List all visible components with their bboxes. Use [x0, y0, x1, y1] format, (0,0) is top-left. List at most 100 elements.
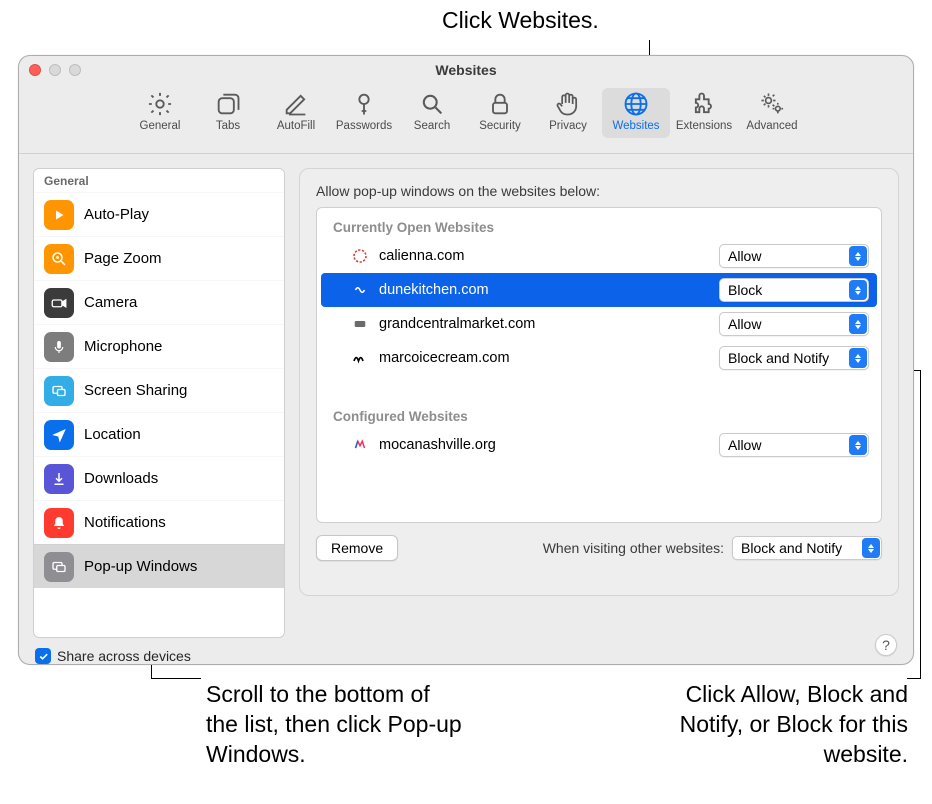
sidebar-item-label: Microphone: [84, 338, 162, 355]
toolbar-item-extensions[interactable]: Extensions: [670, 88, 738, 138]
share-across-devices[interactable]: Share across devices: [33, 638, 285, 664]
toolbar-item-search[interactable]: Search: [398, 88, 466, 138]
favicon-icon: [351, 349, 369, 367]
help-button[interactable]: ?: [875, 634, 897, 656]
callout-top: Click Websites.: [442, 6, 599, 36]
permission-select[interactable]: Allow: [719, 312, 869, 336]
main-panel: Allow pop-up windows on the websites bel…: [299, 168, 899, 596]
permission-select[interactable]: Block and Notify: [719, 346, 869, 370]
autofill-icon: [282, 90, 310, 118]
sidebar-item-screen-sharing[interactable]: Screen Sharing: [34, 368, 284, 412]
toolbar-item-privacy[interactable]: Privacy: [534, 88, 602, 138]
select-value: Block and Notify: [728, 350, 829, 366]
minimize-icon[interactable]: [49, 64, 61, 76]
sidebar-item-label: Camera: [84, 294, 137, 311]
bottom-bar: Remove When visiting other websites: Blo…: [316, 535, 882, 561]
permission-select[interactable]: Allow: [719, 433, 869, 457]
updown-arrows-icon: [849, 348, 867, 368]
gears-icon: [758, 90, 786, 118]
zoom-window-icon[interactable]: [69, 64, 81, 76]
sidebar-item-notifications[interactable]: Notifications: [34, 500, 284, 544]
favicon-icon: [351, 315, 369, 333]
toolbar-item-passwords[interactable]: Passwords: [330, 88, 398, 138]
updown-arrows-icon: [849, 435, 867, 455]
windows-icon: [44, 552, 74, 582]
updown-arrows-icon: [862, 538, 880, 558]
sidebar-item-popup-windows[interactable]: Pop-up Windows: [34, 544, 284, 588]
sidebar-item-downloads[interactable]: Downloads: [34, 456, 284, 500]
select-value: Allow: [728, 316, 761, 332]
sidebar-heading: General: [34, 169, 284, 192]
permission-select[interactable]: Allow: [719, 244, 869, 268]
sidebar-item-camera[interactable]: Camera: [34, 280, 284, 324]
site-name: dunekitchen.com: [379, 282, 709, 298]
gear-icon: [146, 90, 174, 118]
site-name: grandcentralmarket.com: [379, 316, 709, 332]
select-value: Allow: [728, 437, 761, 453]
leader-line: [920, 370, 921, 678]
sidebar-item-location[interactable]: Location: [34, 412, 284, 456]
leader-line: [151, 678, 201, 679]
sidebar-item-label: Auto-Play: [84, 206, 149, 223]
play-icon: [44, 200, 74, 230]
preferences-toolbar: General Tabs AutoFill Passwords Search: [19, 84, 913, 154]
download-icon: [44, 464, 74, 494]
microphone-icon: [44, 332, 74, 362]
sidebar-item-label: Notifications: [84, 514, 166, 531]
toolbar-label: Tabs: [216, 120, 240, 132]
panel-title: Allow pop-up windows on the websites bel…: [316, 183, 882, 199]
hand-icon: [554, 90, 582, 118]
site-name: marcoicecream.com: [379, 350, 709, 366]
permission-select[interactable]: Block: [719, 278, 869, 302]
updown-arrows-icon: [849, 246, 867, 266]
location-icon: [44, 420, 74, 450]
sidebar-list[interactable]: General Auto-Play Page Zoom Camera: [33, 168, 285, 638]
toolbar-label: Passwords: [336, 120, 392, 132]
toolbar-item-general[interactable]: General: [126, 88, 194, 138]
preferences-window: Websites General Tabs AutoFill Passwords: [18, 55, 914, 665]
toolbar-item-websites[interactable]: Websites: [602, 88, 670, 138]
sidebar-item-microphone[interactable]: Microphone: [34, 324, 284, 368]
callout-bottom-left: Scroll to the bottom of the list, then c…: [206, 680, 466, 770]
select-value: Allow: [728, 248, 761, 264]
toolbar-label: Search: [414, 120, 450, 132]
remove-button[interactable]: Remove: [316, 535, 398, 561]
other-websites-row: When visiting other websites: Block and …: [543, 536, 882, 560]
site-row[interactable]: marcoicecream.com Block and Notify: [321, 341, 877, 375]
site-row[interactable]: grandcentralmarket.com Allow: [321, 307, 877, 341]
camera-icon: [44, 288, 74, 318]
close-icon[interactable]: [29, 64, 41, 76]
toolbar-item-security[interactable]: Security: [466, 88, 534, 138]
sidebar-item-auto-play[interactable]: Auto-Play: [34, 192, 284, 236]
toolbar-label: Privacy: [549, 120, 587, 132]
site-row[interactable]: calienna.com Allow: [321, 239, 877, 273]
sidebar-item-page-zoom[interactable]: Page Zoom: [34, 236, 284, 280]
other-websites-label: When visiting other websites:: [543, 540, 724, 556]
toolbar-label: Websites: [612, 120, 659, 132]
tabs-icon: [214, 90, 242, 118]
checkbox-checked-icon[interactable]: [35, 648, 51, 664]
site-name: calienna.com: [379, 248, 709, 264]
site-row[interactable]: dunekitchen.com Block: [321, 273, 877, 307]
website-list[interactable]: Currently Open Websites calienna.com All…: [316, 207, 882, 523]
key-icon: [350, 90, 378, 118]
search-icon: [418, 90, 446, 118]
toolbar-label: AutoFill: [277, 120, 315, 132]
sidebar: General Auto-Play Page Zoom Camera: [33, 168, 285, 664]
screenshare-icon: [44, 376, 74, 406]
toolbar-item-advanced[interactable]: Advanced: [738, 88, 806, 138]
group-open-websites: Currently Open Websites: [321, 212, 877, 239]
site-row[interactable]: mocanashville.org Allow: [321, 428, 877, 462]
zoom-icon: [44, 244, 74, 274]
updown-arrows-icon: [849, 314, 867, 334]
toolbar-item-autofill[interactable]: AutoFill: [262, 88, 330, 138]
content-area: General Auto-Play Page Zoom Camera: [19, 154, 913, 664]
other-websites-select[interactable]: Block and Notify: [732, 536, 882, 560]
group-configured-websites: Configured Websites: [321, 401, 877, 428]
toolbar-label: General: [140, 120, 181, 132]
sidebar-item-label: Pop-up Windows: [84, 558, 197, 575]
puzzle-icon: [690, 90, 718, 118]
favicon-icon: [351, 436, 369, 454]
question-icon: ?: [882, 637, 890, 653]
toolbar-item-tabs[interactable]: Tabs: [194, 88, 262, 138]
